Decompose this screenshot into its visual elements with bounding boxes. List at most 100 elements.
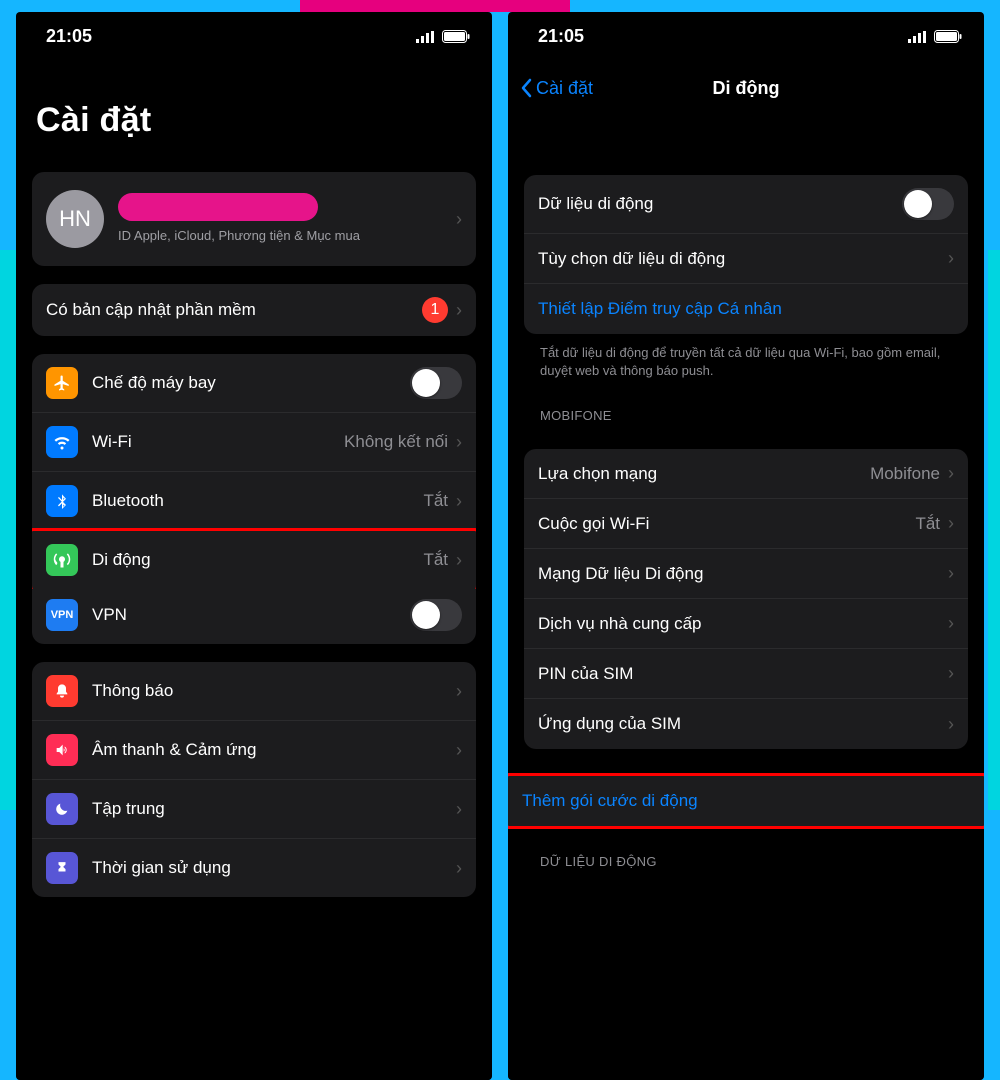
wifi-calling-label: Cuộc gọi Wi-Fi bbox=[538, 514, 915, 534]
chevron-right-icon: › bbox=[456, 858, 462, 879]
account-text: ID Apple, iCloud, Phương tiện & Mục mua bbox=[118, 193, 454, 245]
bottom-fade bbox=[508, 1066, 984, 1080]
hotspot-row[interactable]: Thiết lập Điểm truy cập Cá nhân bbox=[524, 284, 968, 334]
cellular-icon bbox=[46, 544, 78, 576]
phone-right-cellular: 21:05 Cài đặt Di động Dữ liệu di động Tù… bbox=[508, 12, 984, 1080]
notifications-label: Thông báo bbox=[92, 681, 454, 701]
cellular-label: Di động bbox=[92, 550, 423, 570]
chevron-right-icon: › bbox=[456, 491, 462, 512]
chevron-right-icon: › bbox=[948, 663, 954, 684]
hotspot-label: Thiết lập Điểm truy cập Cá nhân bbox=[538, 299, 954, 319]
focus-row[interactable]: Tập trung › bbox=[32, 780, 476, 839]
carrier-services-label: Dịch vụ nhà cung cấp bbox=[538, 614, 946, 634]
notifications-row[interactable]: Thông báo › bbox=[32, 662, 476, 721]
focus-label: Tập trung bbox=[92, 799, 454, 819]
signal-icon bbox=[908, 31, 928, 43]
chevron-right-icon: › bbox=[456, 300, 462, 321]
wifi-calling-row[interactable]: Cuộc gọi Wi-Fi Tắt › bbox=[524, 499, 968, 549]
page-title: Cài đặt bbox=[16, 55, 492, 154]
chevron-right-icon: › bbox=[456, 799, 462, 820]
chevron-right-icon: › bbox=[456, 432, 462, 453]
account-name-redacted bbox=[118, 193, 318, 221]
airplane-toggle[interactable] bbox=[410, 367, 462, 399]
account-section: HN ID Apple, iCloud, Phương tiện & Mục m… bbox=[32, 172, 476, 266]
sim-pin-label: PIN của SIM bbox=[538, 664, 946, 684]
vpn-toggle[interactable] bbox=[410, 599, 462, 631]
status-icons bbox=[416, 30, 470, 43]
account-subtitle: ID Apple, iCloud, Phương tiện & Mục mua bbox=[118, 227, 454, 245]
airplane-row[interactable]: Chế độ máy bay bbox=[32, 354, 476, 413]
cellular-data-section: Dữ liệu di động Tùy chọn dữ liệu di động… bbox=[524, 175, 968, 334]
cellular-network-label: Mạng Dữ liệu Di động bbox=[538, 564, 946, 584]
wifi-row[interactable]: Wi-Fi Không kết nối › bbox=[32, 413, 476, 472]
screentime-row[interactable]: Thời gian sử dụng › bbox=[32, 839, 476, 897]
carrier-header: MOBIFONE bbox=[508, 380, 984, 431]
chevron-right-icon: › bbox=[948, 248, 954, 269]
status-bar: 21:05 bbox=[16, 12, 492, 55]
status-bar: 21:05 bbox=[508, 12, 984, 55]
sim-pin-row[interactable]: PIN của SIM › bbox=[524, 649, 968, 699]
back-button[interactable]: Cài đặt bbox=[520, 78, 593, 99]
account-row[interactable]: HN ID Apple, iCloud, Phương tiện & Mục m… bbox=[32, 172, 476, 266]
carrier-section: Lựa chọn mạng Mobifone › Cuộc gọi Wi-Fi … bbox=[524, 449, 968, 749]
cellular-row[interactable]: Di động Tắt › bbox=[32, 528, 476, 589]
cellular-data-toggle[interactable] bbox=[902, 188, 954, 220]
software-update-row[interactable]: Có bản cập nhật phần mềm 1 › bbox=[32, 284, 476, 336]
sim-apps-label: Ứng dụng của SIM bbox=[538, 714, 946, 734]
bluetooth-icon bbox=[46, 485, 78, 517]
signal-icon bbox=[416, 31, 436, 43]
add-plan-section: Thêm gói cước di động bbox=[508, 773, 984, 829]
sim-apps-row[interactable]: Ứng dụng của SIM › bbox=[524, 699, 968, 749]
cellular-data-row[interactable]: Dữ liệu di động bbox=[524, 175, 968, 234]
nav-bar: Cài đặt Di động bbox=[508, 61, 984, 115]
hourglass-icon bbox=[46, 852, 78, 884]
carrier-services-row[interactable]: Dịch vụ nhà cung cấp › bbox=[524, 599, 968, 649]
chevron-right-icon: › bbox=[948, 513, 954, 534]
bluetooth-row[interactable]: Bluetooth Tắt › bbox=[32, 472, 476, 531]
chevron-right-icon: › bbox=[456, 740, 462, 761]
cellular-network-row[interactable]: Mạng Dữ liệu Di động › bbox=[524, 549, 968, 599]
update-label: Có bản cập nhật phần mềm bbox=[46, 300, 422, 320]
status-time: 21:05 bbox=[538, 26, 584, 47]
battery-icon bbox=[442, 30, 470, 43]
add-plan-row[interactable]: Thêm gói cước di động bbox=[508, 776, 984, 826]
chevron-right-icon: › bbox=[456, 681, 462, 702]
cellular-footer-note: Tắt dữ liệu di động để truyền tất cả dữ … bbox=[508, 334, 984, 380]
wifi-icon bbox=[46, 426, 78, 458]
speaker-icon bbox=[46, 734, 78, 766]
bg-accent-right bbox=[988, 250, 1000, 810]
vpn-icon: VPN bbox=[46, 599, 78, 631]
bell-icon bbox=[46, 675, 78, 707]
wifi-label: Wi-Fi bbox=[92, 432, 344, 452]
chevron-right-icon: › bbox=[948, 563, 954, 584]
avatar: HN bbox=[46, 190, 104, 248]
airplane-icon bbox=[46, 367, 78, 399]
back-label: Cài đặt bbox=[536, 78, 593, 99]
chevron-right-icon: › bbox=[948, 463, 954, 484]
connectivity-section: Chế độ máy bay Wi-Fi Không kết nối › Blu… bbox=[32, 354, 476, 644]
sounds-row[interactable]: Âm thanh & Cảm ứng › bbox=[32, 721, 476, 780]
sounds-label: Âm thanh & Cảm ứng bbox=[92, 740, 454, 760]
bluetooth-value: Tắt bbox=[423, 491, 448, 511]
cellular-options-label: Tùy chọn dữ liệu di động bbox=[538, 249, 946, 269]
network-selection-row[interactable]: Lựa chọn mạng Mobifone › bbox=[524, 449, 968, 499]
chevron-right-icon: › bbox=[948, 613, 954, 634]
bg-accent-top bbox=[300, 0, 570, 12]
software-update-section: Có bản cập nhật phần mềm 1 › bbox=[32, 284, 476, 336]
wifi-calling-value: Tắt bbox=[915, 514, 940, 534]
network-selection-value: Mobifone bbox=[870, 464, 940, 484]
network-selection-label: Lựa chọn mạng bbox=[538, 464, 870, 484]
bottom-fade bbox=[16, 1066, 492, 1080]
chevron-right-icon: › bbox=[456, 550, 462, 571]
update-badge: 1 bbox=[422, 297, 448, 323]
battery-icon bbox=[934, 30, 962, 43]
cellular-data-label: Dữ liệu di động bbox=[538, 194, 902, 214]
general-section: Thông báo › Âm thanh & Cảm ứng › Tập tru… bbox=[32, 662, 476, 897]
page-title: Di động bbox=[713, 78, 780, 99]
cellular-options-row[interactable]: Tùy chọn dữ liệu di động › bbox=[524, 234, 968, 284]
data-usage-header: DỮ LIỆU DI ĐỘNG bbox=[508, 826, 984, 877]
vpn-row[interactable]: VPN VPN bbox=[32, 586, 476, 644]
screentime-label: Thời gian sử dụng bbox=[92, 858, 454, 878]
status-icons bbox=[908, 30, 962, 43]
chevron-left-icon bbox=[520, 78, 532, 98]
